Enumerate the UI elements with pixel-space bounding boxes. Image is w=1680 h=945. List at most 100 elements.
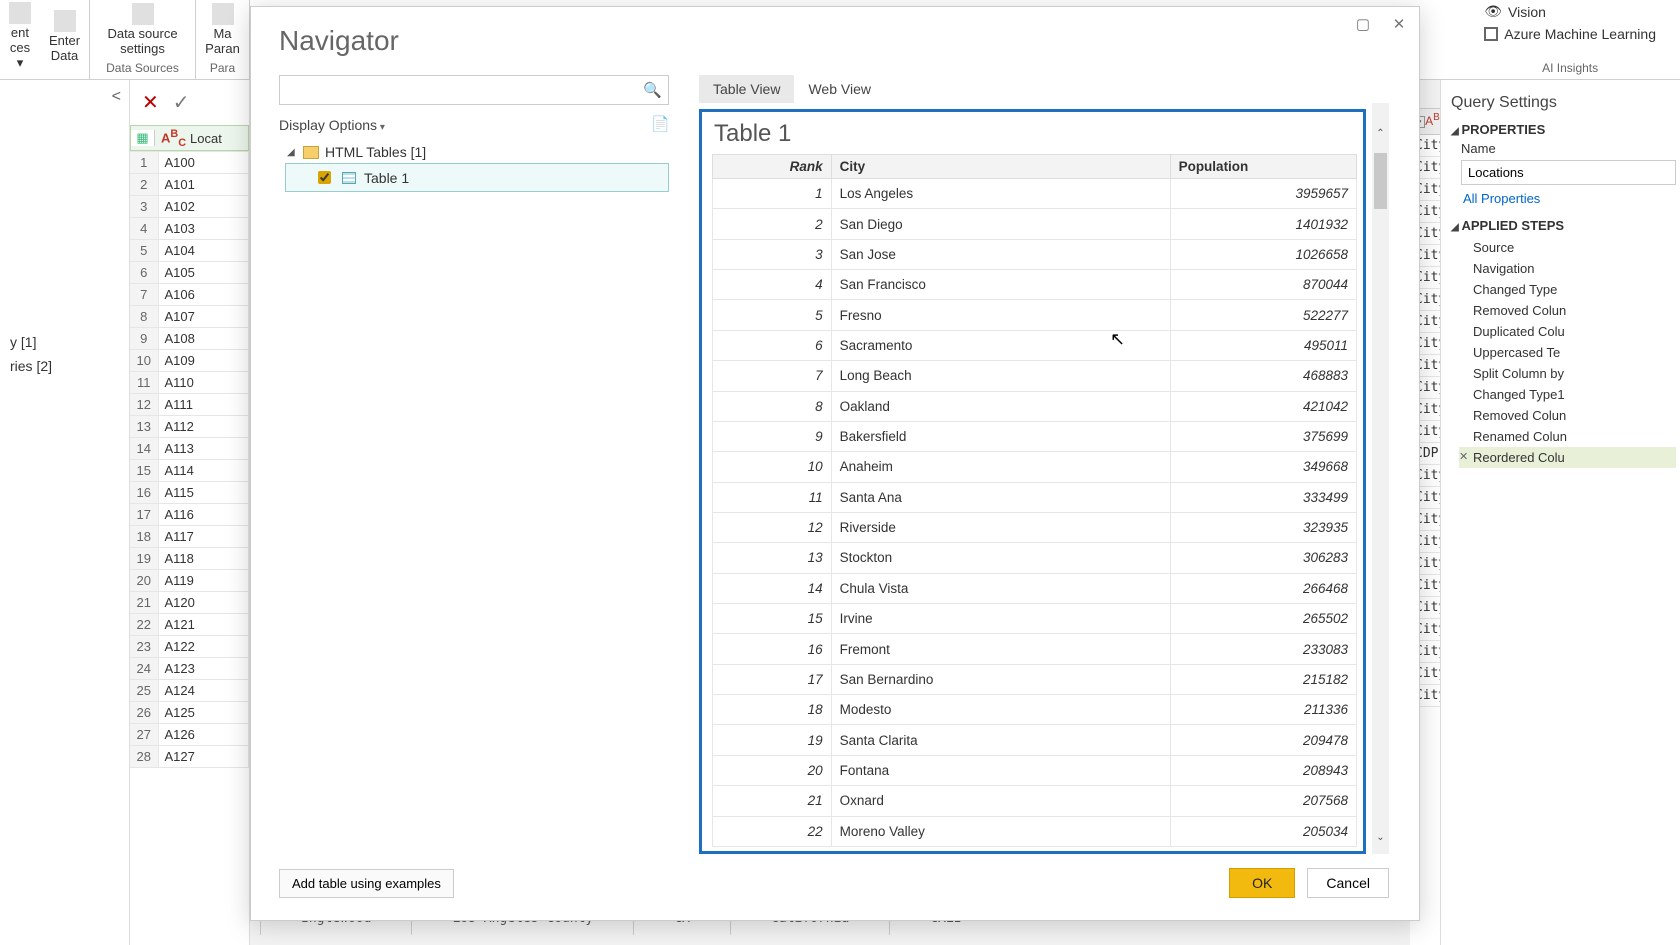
scroll-up-icon[interactable]: ⌃ <box>1372 125 1389 142</box>
cell[interactable]: A124 <box>158 680 249 702</box>
manage-parameters-button[interactable]: Ma Paran <box>205 3 240 57</box>
cell[interactable]: A108 <box>158 328 249 350</box>
row-number[interactable]: 24 <box>130 658 158 680</box>
row-number[interactable]: 9 <box>130 328 158 350</box>
cell[interactable]: A117 <box>158 526 249 548</box>
twisty-icon[interactable]: ◢ <box>287 147 297 158</box>
search-icon[interactable]: 🔍 <box>643 81 662 99</box>
row-number[interactable]: 8 <box>130 306 158 328</box>
cell[interactable]: A125 <box>158 702 249 724</box>
table-row[interactable]: 8Oakland421042 <box>713 391 1357 421</box>
tree-folder[interactable]: ◢ HTML Tables [1] <box>285 141 669 163</box>
vision-button[interactable]: Vision <box>1484 0 1656 23</box>
applied-step[interactable]: Reordered Colu <box>1459 447 1676 468</box>
row-number[interactable]: 1 <box>130 152 158 174</box>
ok-button[interactable]: OK <box>1229 868 1295 898</box>
table-row[interactable]: 20Fontana208943 <box>713 755 1357 785</box>
table-row[interactable]: 16Fremont233083 <box>713 634 1357 664</box>
row-number[interactable]: 6 <box>130 262 158 284</box>
cell[interactable]: A104 <box>158 240 249 262</box>
cancel-icon[interactable]: ✕ <box>142 90 159 115</box>
cell[interactable]: A110 <box>158 372 249 394</box>
cell[interactable]: A100 <box>158 152 249 174</box>
table-icon[interactable]: ▦ <box>131 130 155 146</box>
row-number[interactable]: 27 <box>130 724 158 746</box>
row-number[interactable]: 14 <box>130 438 158 460</box>
row-number[interactable]: 15 <box>130 460 158 482</box>
row-number[interactable]: 22 <box>130 614 158 636</box>
row-number[interactable]: 13 <box>130 416 158 438</box>
table-row[interactable]: 5Fresno522277 <box>713 300 1357 330</box>
preview-scrollbar[interactable]: ⌃ ⌄ <box>1372 103 1389 854</box>
table-row[interactable]: 10Anaheim349668 <box>713 452 1357 482</box>
cell[interactable]: A106 <box>158 284 249 306</box>
applied-step[interactable]: Removed Colun <box>1459 300 1676 321</box>
row-number[interactable]: 12 <box>130 394 158 416</box>
query-folder[interactable]: ries [2] <box>10 354 119 378</box>
cell[interactable]: A120 <box>158 592 249 614</box>
applied-step[interactable]: Changed Type <box>1459 279 1676 300</box>
table-row[interactable]: 6Sacramento495011 <box>713 330 1357 360</box>
row-number[interactable]: 4 <box>130 218 158 240</box>
applied-step[interactable]: Changed Type1 <box>1459 384 1676 405</box>
applied-steps-section[interactable]: APPLIED STEPS <box>1451 218 1676 233</box>
cell[interactable]: A113 <box>158 438 249 460</box>
row-number[interactable]: 28 <box>130 746 158 768</box>
table-row[interactable]: 18Modesto211336 <box>713 695 1357 725</box>
table-row[interactable]: 3San Jose1026658 <box>713 239 1357 269</box>
scroll-thumb[interactable] <box>1374 153 1387 209</box>
table-row[interactable]: 19Santa Clarita209478 <box>713 725 1357 755</box>
all-properties-link[interactable]: All Properties <box>1463 191 1540 206</box>
cell[interactable]: A126 <box>158 724 249 746</box>
applied-step[interactable]: Uppercased Te <box>1459 342 1676 363</box>
recent-sources-button[interactable]: ent ces ▾ <box>9 2 31 71</box>
row-number[interactable]: 20 <box>130 570 158 592</box>
cell[interactable]: A111 <box>158 394 249 416</box>
table-row[interactable]: 14Chula Vista266468 <box>713 573 1357 603</box>
row-number[interactable]: 7 <box>130 284 158 306</box>
row-number[interactable]: 16 <box>130 482 158 504</box>
table-row[interactable]: 17San Bernardino215182 <box>713 664 1357 694</box>
row-number[interactable]: 10 <box>130 350 158 372</box>
cell[interactable]: A121 <box>158 614 249 636</box>
col-city[interactable]: City <box>831 155 1170 179</box>
cell[interactable]: A109 <box>158 350 249 372</box>
cell[interactable]: A127 <box>158 746 249 768</box>
table-row[interactable]: 7Long Beach468883 <box>713 361 1357 391</box>
table-row[interactable]: 21Oxnard207568 <box>713 786 1357 816</box>
enter-data-button[interactable]: Enter Data <box>49 10 80 64</box>
cell[interactable]: A122 <box>158 636 249 658</box>
table-row[interactable]: 9Bakersfield375699 <box>713 421 1357 451</box>
row-number[interactable]: 11 <box>130 372 158 394</box>
cell[interactable]: A116 <box>158 504 249 526</box>
row-number[interactable]: 3 <box>130 196 158 218</box>
applied-step[interactable]: Renamed Colun <box>1459 426 1676 447</box>
applied-step[interactable]: Split Column by <box>1459 363 1676 384</box>
row-number[interactable]: 19 <box>130 548 158 570</box>
applied-step[interactable]: Removed Colun <box>1459 405 1676 426</box>
table-row[interactable]: 13Stockton306283 <box>713 543 1357 573</box>
data-source-settings-button[interactable]: Data source settings <box>100 3 185 57</box>
close-icon[interactable]: ✕ <box>1389 15 1409 35</box>
cancel-button[interactable]: Cancel <box>1307 868 1389 898</box>
row-number[interactable]: 21 <box>130 592 158 614</box>
applied-step[interactable]: Duplicated Colu <box>1459 321 1676 342</box>
search-input[interactable] <box>286 82 643 99</box>
cell[interactable]: A119 <box>158 570 249 592</box>
table-row[interactable]: 11Santa Ana333499 <box>713 482 1357 512</box>
cell[interactable]: A102 <box>158 196 249 218</box>
row-number[interactable]: 25 <box>130 680 158 702</box>
cell[interactable]: A118 <box>158 548 249 570</box>
commit-icon[interactable]: ✓ <box>173 90 190 115</box>
cell[interactable]: A114 <box>158 460 249 482</box>
row-number[interactable]: 2 <box>130 174 158 196</box>
query-name-input[interactable] <box>1461 160 1676 185</box>
col-population[interactable]: Population <box>1170 155 1356 179</box>
scroll-down-icon[interactable]: ⌄ <box>1372 829 1389 846</box>
table-row[interactable]: 4San Francisco870044 <box>713 270 1357 300</box>
row-number[interactable]: 17 <box>130 504 158 526</box>
col-rank[interactable]: Rank <box>713 155 832 179</box>
row-number[interactable]: 18 <box>130 526 158 548</box>
table-row[interactable]: 12Riverside323935 <box>713 512 1357 542</box>
cell[interactable]: A123 <box>158 658 249 680</box>
